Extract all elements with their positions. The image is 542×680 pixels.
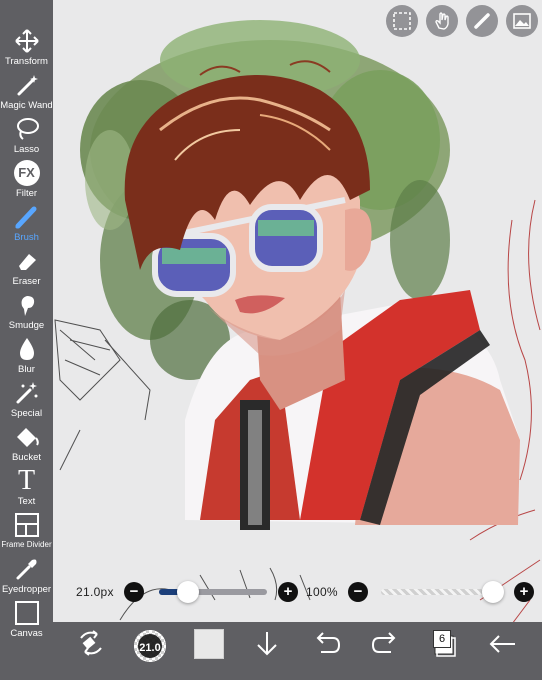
brush-size-badge: 21.0 <box>139 642 161 654</box>
brush-icon <box>15 206 36 229</box>
tool-eyedropper[interactable]: Eyedropper <box>0 554 53 598</box>
tool-smudge[interactable]: Smudge <box>0 290 53 334</box>
tool-label: Brush <box>14 232 39 243</box>
selection-button[interactable] <box>386 5 418 37</box>
fx-glyph: FX <box>18 165 35 180</box>
tool-label: Bucket <box>11 452 42 463</box>
tool-magic-wand[interactable]: Magic Wand <box>0 70 53 114</box>
special-wand-icon <box>16 382 37 404</box>
tool-special[interactable]: Special <box>0 378 53 422</box>
opacity-minus-button[interactable]: − <box>348 582 368 602</box>
move-arrows-icon <box>14 29 39 53</box>
download-button[interactable] <box>249 622 285 680</box>
tool-brush[interactable]: Brush <box>0 202 53 246</box>
tool-transform[interactable]: Transform <box>0 26 53 70</box>
bottom-bar: 21.0 6 <box>53 622 542 680</box>
brush-size-minus-button[interactable]: − <box>124 582 144 602</box>
undo-button[interactable] <box>309 622 345 680</box>
fx-icon: FX <box>13 160 40 186</box>
app-root: Transform Magic Wand Lasso FX Filter Bru… <box>0 0 542 680</box>
tool-lasso[interactable]: Lasso <box>0 114 53 158</box>
smudge-icon <box>21 296 34 316</box>
frame-divider-icon <box>14 513 39 537</box>
tool-bucket[interactable]: Bucket <box>0 422 53 466</box>
layers-count: 6 <box>433 630 451 648</box>
selection-icon <box>393 12 411 30</box>
tool-swap-icon <box>80 630 102 656</box>
tool-label: Filter <box>15 188 38 199</box>
tool-eraser[interactable]: Eraser <box>0 246 53 290</box>
opacity-readout: 100% <box>306 585 338 599</box>
brush-size-plus-button[interactable]: + <box>278 582 298 602</box>
tool-blur[interactable]: Blur <box>0 334 53 378</box>
slider-row: 21.0px − + 100% − + <box>53 578 542 606</box>
tool-canvas[interactable]: Canvas <box>0 598 53 642</box>
hand-icon <box>435 12 449 30</box>
canvas-icon <box>14 601 39 625</box>
tool-label: Canvas <box>10 628 43 639</box>
eyedropper-icon <box>16 559 36 580</box>
tool-label: Magic Wand <box>0 100 53 111</box>
tool-label: Special <box>10 408 43 419</box>
tool-label: Lasso <box>13 144 40 155</box>
layer-image-icon <box>513 13 531 29</box>
plus-glyph: + <box>283 583 293 600</box>
redo-icon <box>371 632 396 653</box>
tool-label: Eyedropper <box>1 584 52 595</box>
minus-glyph: − <box>129 583 139 600</box>
magic-wand-icon <box>17 75 38 96</box>
text-icon: T <box>14 465 40 496</box>
bucket-icon <box>16 428 39 447</box>
color-swatch[interactable] <box>194 629 224 659</box>
undo-icon <box>316 632 341 653</box>
plus-glyph: + <box>519 583 529 600</box>
tool-label: Text <box>17 496 36 507</box>
tool-text[interactable]: T Text <box>0 465 53 510</box>
opacity-plus-button[interactable]: + <box>514 582 534 602</box>
lasso-icon <box>16 118 39 140</box>
tool-label: Blur <box>18 364 35 375</box>
droplet-icon <box>19 338 34 360</box>
tool-label: Smudge <box>8 320 45 331</box>
tool-label: Eraser <box>12 276 41 287</box>
opacity-slider-knob[interactable] <box>482 581 504 603</box>
back-arrow-icon <box>489 635 515 653</box>
brush-size-readout: 21.0px <box>76 585 114 599</box>
back-button[interactable] <box>485 622 521 680</box>
text-glyph: T <box>17 465 36 496</box>
tool-label: Frame Divider <box>1 540 52 549</box>
tool-frame-divider[interactable]: Frame Divider <box>0 510 53 554</box>
minus-glyph: − <box>353 583 363 600</box>
ruler-icon <box>474 13 490 29</box>
ruler-button[interactable] <box>466 5 498 37</box>
left-toolbar: Transform Magic Wand Lasso FX Filter Bru… <box>0 0 53 680</box>
hand-button[interactable] <box>426 5 458 37</box>
tool-label: Transform <box>5 56 48 67</box>
download-icon <box>257 632 277 656</box>
layer-image-button[interactable] <box>506 5 538 37</box>
redo-button[interactable] <box>367 622 403 680</box>
tool-filter[interactable]: FX Filter <box>0 158 53 202</box>
brush-size-slider-knob[interactable] <box>177 581 199 603</box>
eraser-icon <box>18 254 36 270</box>
tool-swap-button[interactable] <box>73 622 109 680</box>
